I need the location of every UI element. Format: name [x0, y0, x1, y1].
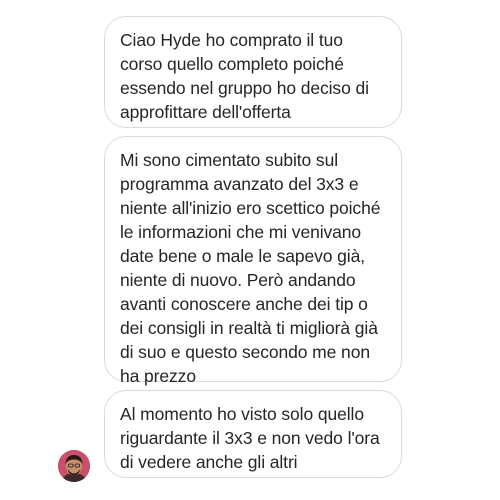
user-avatar-icon: [58, 450, 90, 482]
message-bubble[interactable]: Ciao Hyde ho comprato il tuo corso quell…: [104, 16, 402, 128]
message-bubble[interactable]: Al momento ho visto solo quello riguarda…: [104, 390, 402, 478]
chat-thread: Ciao Hyde ho comprato il tuo corso quell…: [0, 0, 500, 500]
message-bubble[interactable]: Mi sono cimentato subito sul programma a…: [104, 136, 402, 386]
sender-avatar[interactable]: [58, 450, 90, 482]
